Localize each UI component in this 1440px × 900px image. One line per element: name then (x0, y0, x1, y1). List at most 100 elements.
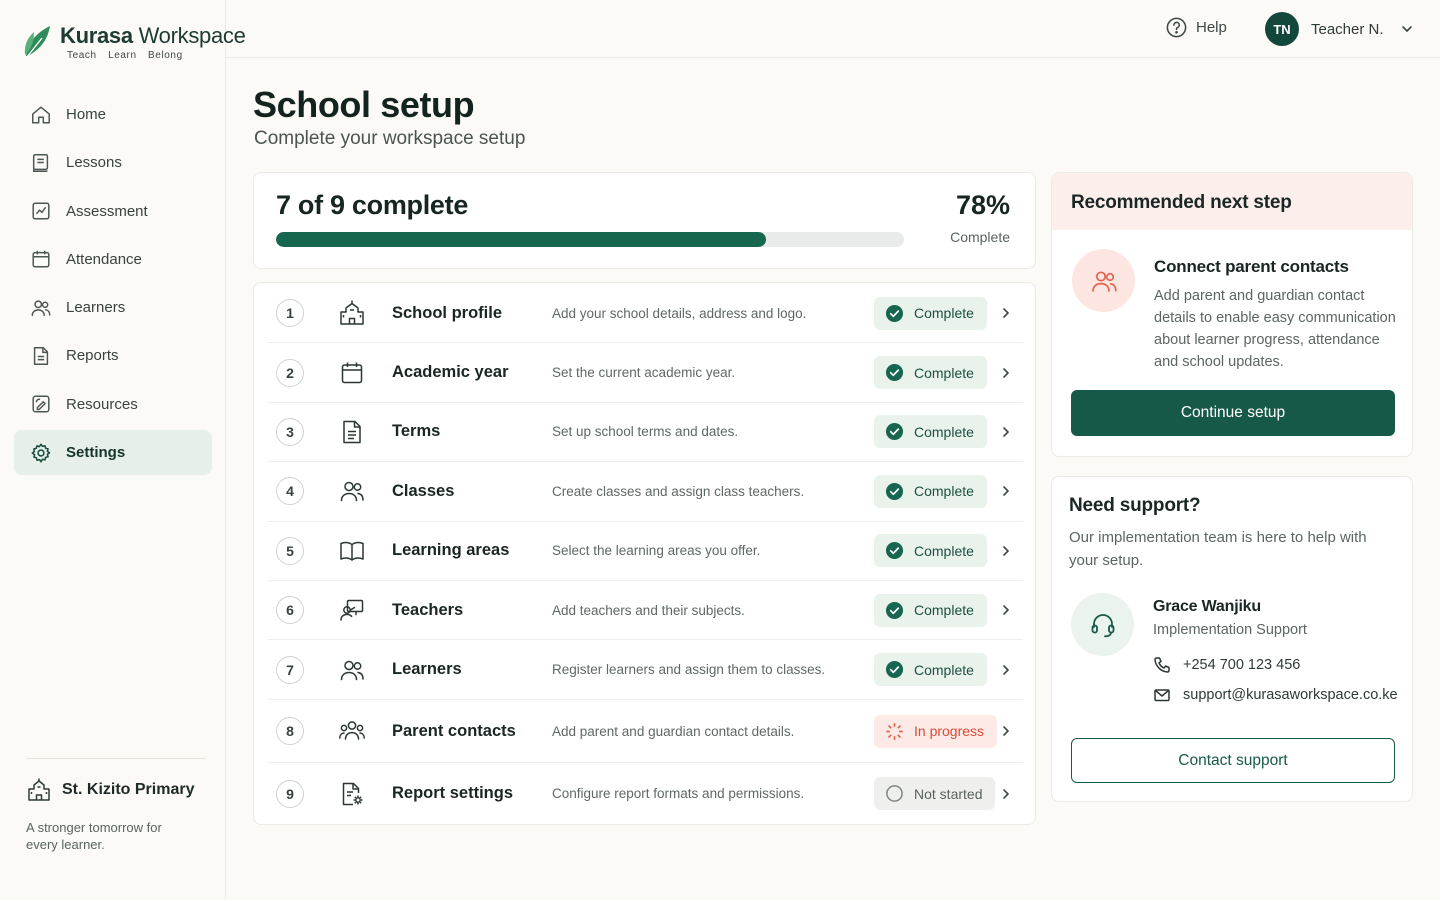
sidebar-item-label: Learners (66, 299, 126, 317)
check-circle-icon (885, 304, 904, 322)
progress-percent-caption: Complete (950, 229, 1010, 245)
brand-name-bold: Kurasa (60, 23, 133, 48)
status-label: Complete (914, 602, 974, 619)
sidebar-item-attendance[interactable]: Attendance (14, 237, 212, 282)
school-info: St. Kizito Primary A stronger tomorrow f… (26, 758, 206, 853)
resources-icon (32, 395, 50, 413)
setup-step-school-profile[interactable]: 1 School profile Add your school details… (268, 284, 1023, 344)
recommended-heading: Recommended next step (1052, 173, 1412, 230)
school-icon (340, 300, 364, 325)
help-icon (1166, 17, 1187, 38)
chevron-right-icon (1003, 486, 1010, 497)
help-button[interactable]: Help (1165, 16, 1227, 39)
chevron-right-icon (1003, 726, 1010, 737)
sidebar-item-home[interactable]: Home (14, 92, 212, 137)
user-menu[interactable]: TN Teacher N. (1265, 12, 1414, 46)
status-badge: In progress (874, 714, 998, 748)
continue-setup-button[interactable]: Continue setup (1071, 390, 1395, 436)
setup-step-parent-contacts[interactable]: 8 Parent contacts Add parent and guardia… (268, 701, 1023, 763)
step-description: Add teachers and their subjects. (552, 602, 745, 618)
sidebar-item-settings[interactable]: Settings (14, 430, 212, 476)
agent-role: Implementation Support (1153, 622, 1307, 638)
brand-name: Kurasa Workspace (60, 23, 246, 49)
support-phone-text: +254 700 123 456 (1183, 657, 1301, 673)
status-badge: Complete (874, 474, 987, 508)
users-icon (31, 300, 51, 316)
check-circle-icon (885, 482, 904, 500)
status-label: Complete (914, 483, 974, 500)
sidebar-item-label: Settings (66, 444, 126, 462)
sidebar-item-label: Lessons (66, 154, 122, 172)
setup-step-learning-areas[interactable]: 5 Learning areas Select the learning are… (268, 522, 1023, 581)
recommended-title: Connect parent contacts (1154, 257, 1349, 276)
status-badge: Complete (874, 296, 987, 330)
step-name: Parent contacts (392, 721, 516, 740)
phone-icon (1154, 657, 1170, 673)
step-number: 8 (276, 717, 304, 746)
progress-percent: 78% (955, 190, 1010, 220)
setup-step-academic-year[interactable]: 2 Academic year Set the current academic… (268, 343, 1023, 403)
school-icon (28, 778, 50, 801)
page-title: School setup (253, 84, 475, 125)
sidebar-item-label: Attendance (66, 250, 142, 268)
step-name: Terms (392, 422, 441, 441)
step-name: Teachers (392, 600, 464, 619)
brand-name-light: Workspace (138, 23, 246, 48)
sidebar-item-reports[interactable]: Reports (14, 333, 212, 378)
topbar-divider (226, 57, 1440, 58)
sidebar-item-resources[interactable]: Resources (14, 382, 212, 427)
gear-icon (31, 443, 51, 463)
status-label: Complete (914, 661, 974, 678)
book-icon (340, 541, 364, 561)
progress-summary: 7 of 9 complete (276, 190, 469, 220)
sidebar-item-assessment[interactable]: Assessment (14, 189, 212, 234)
status-badge: Complete (874, 415, 987, 449)
status-badge: Complete (874, 356, 987, 390)
school-name: St. Kizito Primary (62, 781, 195, 798)
document-gear-icon (342, 782, 363, 806)
brand-logo[interactable]: Kurasa Workspace Teach Learn Belong (22, 22, 246, 61)
mail-icon (1154, 689, 1170, 702)
report-icon (33, 347, 49, 365)
setup-step-learners[interactable]: 7 Learners Register learners and assign … (268, 640, 1023, 700)
support-card: Need support? Our implementation team is… (1051, 476, 1413, 802)
agent-name: Grace Wanjiku (1153, 598, 1261, 615)
page-subtitle: Complete your workspace setup (254, 128, 526, 149)
sidebar-item-learners[interactable]: Learners (14, 285, 212, 330)
user-name: Teacher N. (1311, 20, 1384, 38)
group-icon (339, 721, 365, 741)
status-label: In progress (914, 723, 985, 740)
sidebar-item-label: Assessment (66, 202, 148, 220)
setup-step-terms[interactable]: 3 Terms Set up school terms and dates. C… (268, 403, 1023, 463)
chevron-right-icon (1003, 788, 1010, 799)
sidebar-item-label: Home (66, 106, 107, 123)
step-number: 6 (276, 596, 304, 625)
setup-step-report-settings[interactable]: 9 Report settings Configure report forma… (268, 763, 1023, 825)
step-number: 7 (276, 655, 304, 684)
avatar: TN (1265, 12, 1299, 46)
step-number: 1 (276, 299, 304, 328)
step-description: Set the current academic year. (552, 365, 736, 381)
lessons-icon (32, 153, 49, 172)
sidebar-item-lessons[interactable]: Lessons (14, 140, 212, 185)
step-description: Configure report formats and permissions… (552, 786, 805, 802)
status-badge: Complete (874, 653, 987, 687)
check-circle-icon (885, 661, 904, 679)
step-name: School profile (392, 303, 503, 322)
setup-step-teachers[interactable]: 6 Teachers Add teachers and their subjec… (268, 581, 1023, 641)
check-circle-icon (885, 423, 904, 441)
setup-step-classes[interactable]: 4 Classes Create classes and assign clas… (268, 462, 1023, 522)
support-phone[interactable]: +254 700 123 456 (1153, 656, 1300, 674)
check-circle-icon (885, 364, 904, 382)
headset-icon (1091, 613, 1114, 637)
recommended-icon-badge (1072, 249, 1135, 312)
document-icon (343, 420, 361, 444)
step-description: Add your school details, address and log… (552, 305, 807, 321)
step-description: Register learners and assign them to cla… (552, 662, 826, 678)
contact-support-button[interactable]: Contact support (1071, 738, 1395, 783)
support-email-text: support@kurasaworkspace.co.ke (1183, 687, 1398, 703)
recommended-description: Add parent and guardian contact details … (1154, 288, 1396, 370)
step-description: Select the learning areas you offer. (552, 543, 761, 559)
support-email[interactable]: support@kurasaworkspace.co.ke (1153, 686, 1398, 704)
step-description: Add parent and guardian contact details. (552, 723, 795, 739)
